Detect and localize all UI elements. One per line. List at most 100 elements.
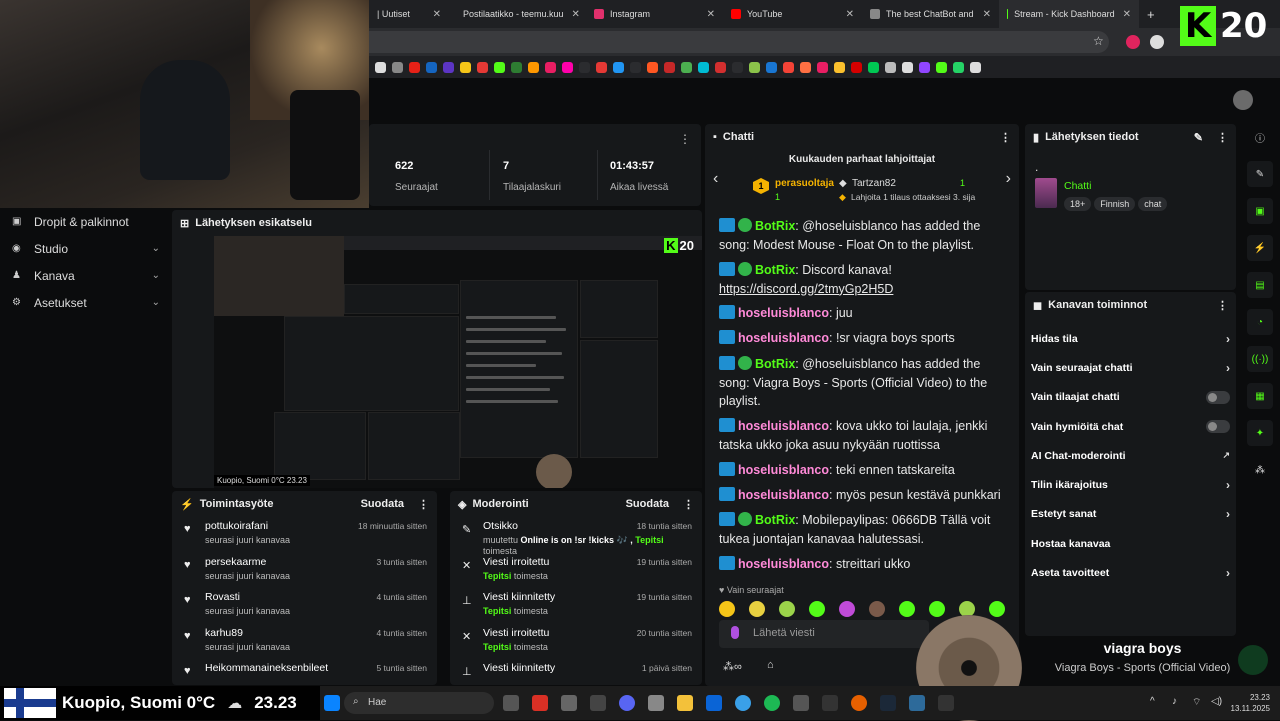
gifter-name[interactable]: perasuoltaja (775, 178, 834, 189)
apps-icon[interactable]: ⁂ (1247, 457, 1273, 483)
tag[interactable]: chat (1138, 197, 1168, 211)
more-icon[interactable]: ⋮ (1217, 131, 1228, 144)
close-icon[interactable]: ✕ (838, 9, 854, 20)
edit-icon[interactable]: ✎ (1194, 131, 1203, 144)
chevron-up-icon[interactable]: ^ (1150, 696, 1155, 707)
action-host-channel[interactable]: Hostaa kanavaa (1025, 529, 1236, 558)
sidebar-item-drops[interactable]: ▣ Dropit & palkinnot (0, 208, 172, 235)
extension-icon[interactable] (1126, 35, 1140, 49)
app-icon[interactable] (590, 695, 606, 711)
windows-start-icon[interactable] (324, 695, 340, 711)
chat-username[interactable]: BotRix (755, 357, 795, 371)
app-icon[interactable] (822, 695, 838, 711)
moderator-name[interactable]: Tepitsi (635, 535, 663, 545)
bookmark-icon[interactable] (579, 61, 590, 73)
emote-icon[interactable] (779, 601, 795, 617)
bookmark-icon[interactable] (443, 61, 454, 73)
emote-icon[interactable] (869, 601, 885, 617)
bookmark-icon[interactable] (375, 61, 386, 73)
filter-button[interactable]: Suodata (361, 498, 404, 510)
tab-youtube[interactable]: YouTube ✕ (723, 0, 862, 28)
more-icon[interactable]: ⋮ (418, 498, 429, 511)
bookmark-icon[interactable] (970, 61, 981, 73)
bolt-icon[interactable]: ⚡ (1247, 235, 1273, 261)
outlook-icon[interactable] (706, 695, 722, 711)
bookmark-icon[interactable] (749, 61, 760, 73)
chat-username[interactable]: hoseluisblanco (738, 419, 829, 433)
chat-username[interactable]: BotRix (755, 513, 795, 527)
moderator-name[interactable]: Tepitsi (483, 642, 511, 652)
category-name[interactable]: Chatti (1064, 180, 1091, 192)
bookmark-icon[interactable] (511, 61, 522, 73)
bookmark-icon[interactable] (647, 61, 658, 73)
close-icon[interactable]: ✕ (1115, 9, 1131, 20)
more-icon[interactable]: ⋮ (679, 132, 691, 146)
moderator-name[interactable]: Tepitsi (483, 571, 511, 581)
bookmark-icon[interactable] (630, 61, 641, 73)
camera-icon[interactable]: ▣ (1247, 198, 1273, 224)
discord-icon[interactable] (619, 695, 635, 711)
chat-username[interactable]: hoseluisblanco (738, 463, 829, 477)
bookmark-icon[interactable] (766, 61, 777, 73)
chat-username[interactable]: hoseluisblanco (738, 488, 829, 502)
chat-username[interactable]: BotRix (755, 263, 795, 277)
chat-username[interactable]: BotRix (755, 219, 795, 233)
chat-link[interactable]: https://discord.gg/2tmyGp2H5D (719, 282, 893, 296)
system-clock[interactable]: 23.23 13.11.2025 (1231, 692, 1270, 714)
star-icon[interactable]: ☆ (1093, 34, 1104, 48)
url-input[interactable] (369, 31, 1109, 53)
emote-icon[interactable] (809, 601, 825, 617)
app-icon[interactable] (909, 695, 925, 711)
action-slow-mode[interactable]: Hidas tila › (1025, 324, 1236, 353)
stream-preview-video[interactable]: K 20 Kuopio, Suomi 0°C 23.23 (214, 236, 702, 488)
action-set-goals[interactable]: Aseta tavoitteet › (1025, 558, 1236, 587)
steam-icon[interactable] (880, 695, 896, 711)
bookmark-icon[interactable] (868, 61, 879, 73)
bookmark-icon[interactable] (817, 61, 828, 73)
more-icon[interactable]: ⋮ (1000, 131, 1011, 144)
bookmark-icon[interactable] (783, 61, 794, 73)
edge-icon[interactable] (735, 695, 751, 711)
wrench-icon[interactable]: ✦ (1247, 420, 1273, 446)
close-icon[interactable]: ✕ (975, 9, 991, 20)
settings-icon[interactable] (648, 695, 664, 711)
bookmark-icon[interactable] (477, 61, 488, 73)
bookmark-icon[interactable] (834, 61, 845, 73)
moderator-name[interactable]: Tepitsi (483, 606, 511, 616)
bookmark-icon[interactable] (902, 61, 913, 73)
emotes-only-toggle[interactable] (1206, 420, 1230, 434)
bookmark-icon[interactable] (953, 61, 964, 73)
search-input[interactable]: ⌕ Hae (344, 692, 494, 714)
tab-postilaatikko[interactable]: Postilaatikko - teemu.kuu ✕ (449, 0, 586, 28)
bookmark-icon[interactable] (919, 61, 930, 73)
action-ai-moderation[interactable]: AI Chat-moderointi ↗ (1025, 441, 1236, 470)
more-icon[interactable]: ⋮ (683, 498, 694, 511)
bookmark-icon[interactable] (664, 61, 675, 73)
bookmark-icon[interactable] (392, 61, 403, 73)
emote-icon[interactable] (839, 601, 855, 617)
microphone-icon[interactable]: ♪ (1172, 696, 1177, 707)
action-blocked-words[interactable]: Estetyt sanat › (1025, 500, 1236, 529)
close-icon[interactable]: ✕ (425, 9, 441, 20)
bookmark-icon[interactable] (409, 61, 420, 73)
sidebar-item-studio[interactable]: ◉ Studio ⌄ (0, 235, 172, 262)
bookmark-icon[interactable] (426, 61, 437, 73)
chrome-icon[interactable] (532, 695, 548, 711)
more-icon[interactable]: ⋮ (1217, 299, 1228, 312)
bookmark-icon[interactable] (613, 61, 624, 73)
chat-input[interactable]: Lähetä viesti (719, 620, 929, 648)
category-thumbnail[interactable] (1035, 178, 1057, 208)
app-icon[interactable] (793, 695, 809, 711)
network-icon[interactable]: ⌔ (1192, 696, 1201, 709)
broadcast-icon[interactable]: ((·)) (1247, 346, 1273, 372)
bookmark-icon[interactable] (851, 61, 862, 73)
task-view-icon[interactable] (503, 695, 519, 711)
bookmark-icon[interactable] (936, 61, 947, 73)
emote-icon[interactable] (989, 601, 1005, 617)
new-tab-button[interactable]: + (1139, 0, 1163, 28)
chevron-right-icon[interactable]: › (1006, 170, 1011, 188)
bookmark-icon[interactable] (545, 61, 556, 73)
emote-icon[interactable] (929, 601, 945, 617)
extension-icon[interactable] (1150, 35, 1164, 49)
gifter-name[interactable]: Tartzan82 (852, 178, 896, 189)
